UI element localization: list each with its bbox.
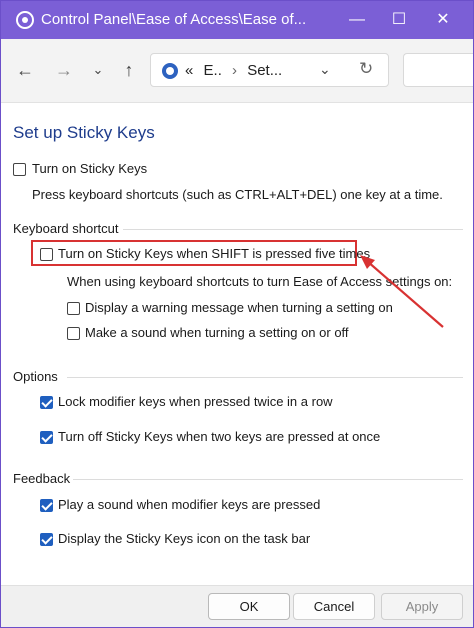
address-dropdown-chevron-icon[interactable]: ⌄	[319, 61, 331, 78]
warning-message-label[interactable]: Display a warning message when turning a…	[85, 300, 393, 315]
shift-five-times-checkbox[interactable]	[40, 248, 53, 261]
apply-button[interactable]: Apply	[381, 593, 463, 620]
address-separator: ›	[232, 62, 238, 79]
address-overflow[interactable]: «	[185, 62, 193, 79]
group-divider	[123, 229, 463, 230]
sticky-keys-description: Press keyboard shortcuts (such as CTRL+A…	[32, 187, 443, 202]
lock-modifier-keys-checkbox[interactable]	[40, 396, 53, 409]
shortcut-settings-note: When using keyboard shortcuts to turn Ea…	[67, 274, 453, 289]
turn-on-sticky-keys-checkbox[interactable]	[13, 163, 26, 176]
recent-locations-chevron-icon[interactable]: ⌄	[87, 59, 109, 81]
control-panel-icon	[162, 63, 178, 79]
control-panel-window: Control Panel\Ease of Access\Ease of... …	[0, 0, 474, 628]
options-group-title: Options	[13, 369, 58, 384]
make-sound-checkbox[interactable]	[67, 327, 80, 340]
back-arrow-icon[interactable]: ←	[14, 59, 36, 81]
refresh-icon[interactable]: ↻	[359, 59, 373, 79]
display-taskbar-icon-label[interactable]: Display the Sticky Keys icon on the task…	[58, 531, 310, 546]
turn-off-two-keys-checkbox[interactable]	[40, 431, 53, 444]
ease-of-access-icon	[16, 11, 34, 29]
keyboard-shortcut-group-title: Keyboard shortcut	[13, 221, 119, 236]
turn-off-two-keys-label[interactable]: Turn off Sticky Keys when two keys are p…	[58, 429, 380, 444]
page-title: Set up Sticky Keys	[13, 123, 155, 142]
address-bar[interactable]: « E.. › Set... ⌄ ↻	[150, 53, 389, 87]
turn-on-sticky-keys-label[interactable]: Turn on Sticky Keys	[32, 161, 147, 176]
address-path: « E.. › Set...	[185, 62, 282, 79]
cancel-button[interactable]: Cancel	[293, 593, 375, 620]
search-box[interactable]	[403, 53, 473, 87]
minimize-button[interactable]: —	[343, 7, 371, 33]
make-sound-label[interactable]: Make a sound when turning a setting on o…	[85, 325, 349, 340]
display-taskbar-icon-checkbox[interactable]	[40, 533, 53, 546]
address-segment-set[interactable]: Set...	[247, 62, 282, 79]
forward-arrow-icon[interactable]: →	[53, 59, 75, 81]
title-bar[interactable]: Control Panel\Ease of Access\Ease of... …	[1, 1, 473, 39]
shift-five-times-label[interactable]: Turn on Sticky Keys when SHIFT is presse…	[58, 246, 370, 261]
address-segment-ease[interactable]: E..	[204, 62, 222, 79]
play-sound-label[interactable]: Play a sound when modifier keys are pres…	[58, 497, 320, 512]
play-sound-checkbox[interactable]	[40, 499, 53, 512]
up-arrow-icon[interactable]: ↑	[118, 59, 140, 81]
ok-button[interactable]: OK	[208, 593, 290, 620]
maximize-button[interactable]: ☐	[385, 7, 413, 33]
lock-modifier-keys-label[interactable]: Lock modifier keys when pressed twice in…	[58, 394, 333, 409]
group-divider	[73, 479, 463, 480]
navigation-bar: ← → ⌄ ↑ « E.. › Set... ⌄ ↻	[1, 39, 473, 103]
warning-message-checkbox[interactable]	[67, 302, 80, 315]
content-area: Set up Sticky Keys Turn on Sticky Keys P…	[1, 103, 473, 585]
button-bar: OK Cancel Apply	[1, 585, 473, 627]
feedback-group-title: Feedback	[13, 471, 71, 486]
group-divider	[67, 377, 463, 378]
window-title: Control Panel\Ease of Access\Ease of...	[41, 11, 307, 28]
close-button[interactable]: ✕	[429, 7, 457, 33]
